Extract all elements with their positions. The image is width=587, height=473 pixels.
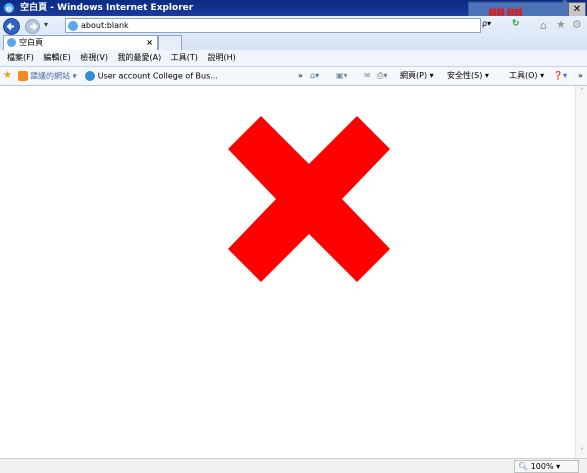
help-icon[interactable]: ❓▾ bbox=[553, 67, 567, 85]
zoom-control[interactable]: 🔍︎ 100% ▾ bbox=[514, 460, 579, 473]
address-url: about:blank bbox=[81, 21, 129, 30]
gear-icon[interactable]: ⚙ bbox=[572, 18, 582, 31]
menu-edit[interactable]: 編輯(E) bbox=[43, 53, 70, 62]
address-bar-area: ▾ about:blank ρ▾ ↻ ⌂ ★ ⚙ 空白頁 × bbox=[0, 16, 587, 51]
tab-blank-page[interactable]: 空白頁 × bbox=[3, 35, 158, 50]
forward-button[interactable] bbox=[24, 18, 41, 35]
menu-help[interactable]: 說明(H) bbox=[207, 53, 235, 62]
safety-menu[interactable]: 安全性(S) ▾ bbox=[447, 67, 489, 85]
tab-label: 空白頁 bbox=[19, 38, 43, 47]
favorite-link-user-account[interactable]: User account College of Bus... bbox=[98, 72, 218, 81]
menu-file[interactable]: 檔案(F) bbox=[7, 53, 34, 62]
zoom-icon: 🔍︎ bbox=[518, 462, 529, 471]
status-bar: 🔍︎ 100% ▾ bbox=[0, 458, 587, 473]
suggested-sites-link[interactable]: 建議的網站 ▾ bbox=[30, 72, 77, 81]
address-dropdown-button[interactable]: ρ▾ bbox=[482, 19, 491, 28]
ie-logo-icon: e bbox=[4, 2, 14, 14]
favorites-bar: ★ 建議的網站 ▾ User account College of Bus...… bbox=[0, 67, 587, 86]
tab-close-icon[interactable]: × bbox=[146, 36, 153, 50]
scroll-up-arrow[interactable]: ˄ bbox=[576, 86, 587, 98]
new-tab-button[interactable] bbox=[158, 35, 182, 51]
tab-strip: 空白頁 × bbox=[0, 34, 587, 51]
scroll-down-arrow[interactable]: ˅ bbox=[576, 446, 587, 458]
menu-tools[interactable]: 工具(T) bbox=[171, 53, 198, 62]
page-icon bbox=[68, 20, 78, 31]
window-title: 空白頁 - Windows Internet Explorer bbox=[20, 3, 194, 13]
feeds-icon[interactable]: ▣▾ bbox=[336, 67, 348, 85]
address-input[interactable]: about:blank bbox=[65, 18, 481, 33]
toolbar-expand-icon[interactable]: » bbox=[298, 67, 303, 85]
red-x-close-icon bbox=[228, 116, 390, 282]
ie-link-icon bbox=[85, 71, 96, 81]
refresh-icon[interactable]: ↻ bbox=[512, 19, 520, 29]
tab-page-icon bbox=[7, 38, 16, 47]
menu-bar: 檔案(F) 編輯(E) 檢視(V) 我的最愛(A) 工具(T) 說明(H) bbox=[0, 50, 587, 67]
page-content bbox=[0, 86, 575, 458]
suggested-sites-icon bbox=[17, 71, 28, 81]
page-menu[interactable]: 網頁(P) ▾ bbox=[400, 67, 434, 85]
tools-menu[interactable]: 工具(O) ▾ bbox=[509, 67, 544, 85]
menu-favorites[interactable]: 我的最愛(A) bbox=[118, 53, 162, 62]
home-icon[interactable]: ⌂ bbox=[540, 19, 547, 32]
zoom-dropdown-icon: ▾ bbox=[556, 462, 561, 471]
print-icon[interactable]: ⎙▾ bbox=[377, 67, 387, 85]
vertical-scrollbar[interactable]: ˄ ˅ bbox=[575, 86, 587, 458]
zoom-level: 100% bbox=[530, 462, 554, 471]
mail-icon[interactable]: ✉ bbox=[364, 67, 371, 85]
menu-view[interactable]: 檢視(V) bbox=[80, 53, 108, 62]
favorites-center-icon[interactable]: ★ bbox=[3, 67, 12, 85]
home-toolbar-icon[interactable]: ⌂▾ bbox=[310, 67, 319, 85]
favorites-star-icon[interactable]: ★ bbox=[556, 18, 566, 31]
toolbar-overflow-icon[interactable]: » bbox=[578, 67, 583, 85]
back-button[interactable] bbox=[3, 18, 20, 35]
svg-text:e: e bbox=[6, 4, 12, 14]
recent-pages-dropdown[interactable]: ▾ bbox=[44, 20, 48, 29]
